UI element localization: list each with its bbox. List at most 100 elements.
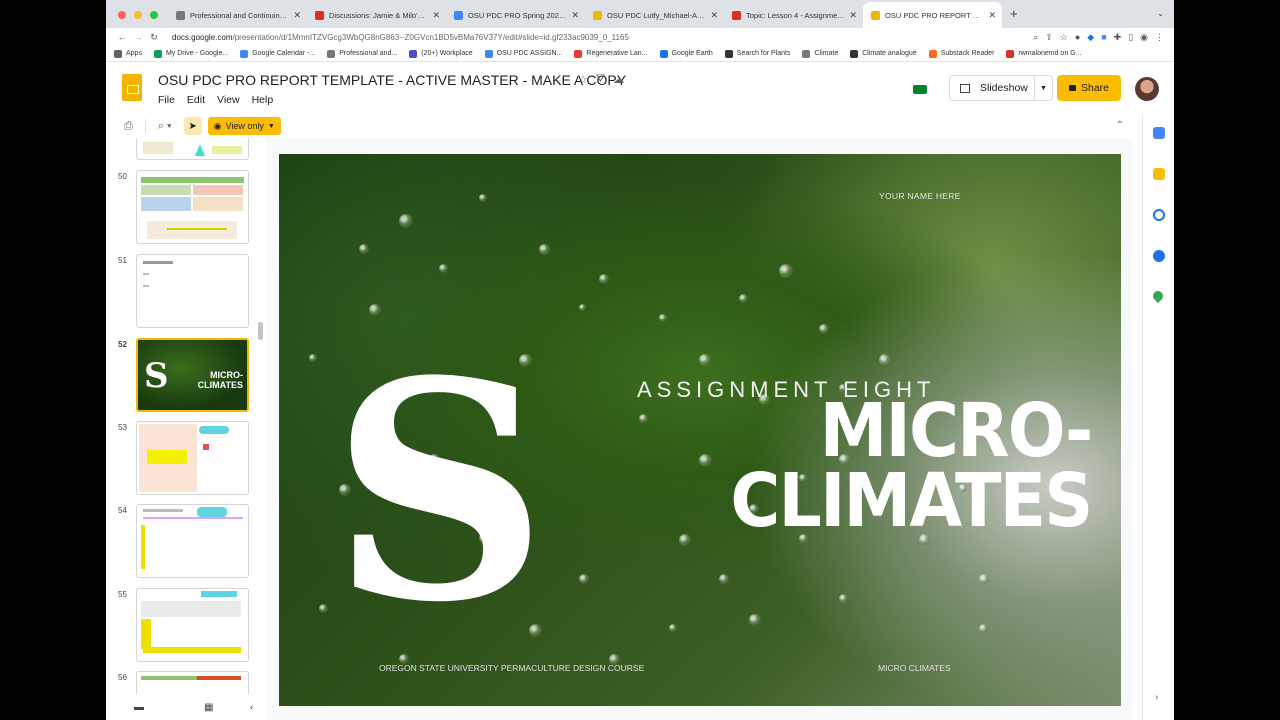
contacts-icon[interactable] <box>1153 250 1165 262</box>
menu-item-edit[interactable]: Edit <box>187 94 205 106</box>
meet-button[interactable] <box>903 79 937 99</box>
bookmark-item[interactable]: Climate analogue <box>850 49 917 58</box>
expand-side-panel-chevron-icon[interactable]: › <box>1155 692 1158 703</box>
browser-tab[interactable]: Topic: Lesson 4 - Assignments ✕ <box>724 2 863 28</box>
filmstrip-scrollbar[interactable] <box>258 322 263 340</box>
menu-bar: File Edit View Help <box>158 94 273 106</box>
bookmark-item[interactable]: Substack Reader <box>928 49 994 58</box>
url-field[interactable]: docs.google.com/presentation/d/1MmnITZVG… <box>172 33 1033 42</box>
bookmark-item[interactable]: Professional and... <box>327 49 397 58</box>
bookmark-item[interactable]: Climate <box>802 49 838 58</box>
bookmark-item[interactable]: rwmalonemd on G... <box>1006 49 1082 58</box>
view-only-dropdown[interactable]: ◉ View only ▼ <box>207 117 281 135</box>
hide-filmstrip-chevron-icon[interactable]: ‹ <box>250 702 253 713</box>
tab-close-icon[interactable]: ✕ <box>710 10 718 21</box>
browser-tab[interactable]: Discussions: Jamie & Milo's G ✕ <box>307 2 446 28</box>
tab-close-icon[interactable]: ✕ <box>849 10 857 21</box>
tab-label: OSU PDC PRO Spring 2022 Gr <box>468 10 568 20</box>
extension-icon[interactable]: ■ <box>1101 32 1106 43</box>
collapse-menus-chevron-icon[interactable]: ⌃ <box>1116 120 1124 131</box>
menu-item-view[interactable]: View <box>217 94 240 106</box>
filmstrip-view-icon[interactable]: ▬ <box>134 702 144 713</box>
document-title[interactable]: OSU PDC PRO REPORT TEMPLATE - ACTIVE MAS… <box>158 72 626 88</box>
browser-window: Professional and Continuing Ed ✕ Discussio… <box>106 0 1174 720</box>
thumb-title-line2: CLIMATES <box>197 380 243 390</box>
extension-icon[interactable]: ● <box>1075 32 1080 43</box>
share-button[interactable]: Share <box>1057 75 1121 101</box>
browser-tab[interactable]: OSU PDC Lutfy_Michael-Anth ✕ <box>585 2 724 28</box>
title-actions: ☆ ⛛ ☁ <box>578 73 624 86</box>
star-icon[interactable]: ☆ <box>578 73 588 86</box>
slide-thumbnail[interactable] <box>136 254 249 328</box>
bookmark-favicon-icon <box>850 49 859 58</box>
bookmark-label: My Drive - Google... <box>165 50 229 57</box>
reload-icon[interactable]: ↻ <box>146 32 162 43</box>
grid-view-icon[interactable]: ▦ <box>204 702 213 713</box>
zoom-icon[interactable]: ⌕ <box>1033 32 1038 43</box>
close-window-button[interactable] <box>118 11 126 19</box>
zoom-icon[interactable]: ⌕ ▾ <box>158 120 172 133</box>
browser-menu-icon[interactable]: ⋮ <box>1155 32 1164 43</box>
bookmark-item[interactable]: Apps <box>114 49 142 58</box>
slide-number: 54 <box>118 506 127 515</box>
tab-close-icon[interactable]: ✕ <box>571 10 579 21</box>
forward-arrow-icon[interactable]: → <box>130 32 146 42</box>
bookmark-item[interactable]: OSU PDC ASSIGN... <box>484 49 562 58</box>
slide-thumbnail[interactable]: S MICRO- CLIMATES <box>136 338 249 412</box>
bookmark-item[interactable]: Google Earth <box>659 49 713 58</box>
water-droplet <box>819 324 829 334</box>
new-tab-button[interactable]: + <box>1002 6 1018 28</box>
tab-close-icon[interactable]: ✕ <box>432 10 440 21</box>
move-folder-icon[interactable]: ⛛ <box>596 73 605 86</box>
maximize-window-button[interactable] <box>150 11 158 19</box>
bookmark-star-icon[interactable]: ☆ <box>1060 32 1068 43</box>
keep-icon[interactable] <box>1153 168 1165 180</box>
slideshow-button[interactable]: Slideshow ▼ <box>949 75 1053 101</box>
bookmark-item[interactable]: My Drive - Google... <box>153 49 229 58</box>
slide-thumbnail[interactable] <box>136 170 249 244</box>
menu-item-file[interactable]: File <box>158 94 175 106</box>
extension-icon[interactable]: ◆ <box>1087 32 1094 43</box>
profile-icon[interactable]: ◉ <box>1140 32 1148 43</box>
cloud-status-icon[interactable]: ☁ <box>613 73 624 86</box>
bookmark-favicon-icon <box>659 49 668 58</box>
dropdown-chevron-icon: ▼ <box>267 122 275 130</box>
back-arrow-icon[interactable]: ← <box>114 32 130 42</box>
select-cursor-button[interactable]: ➤ <box>183 117 202 135</box>
minimize-window-button[interactable] <box>134 11 142 19</box>
print-icon[interactable]: ⎙ <box>124 120 133 133</box>
slide-thumbnail[interactable] <box>136 671 249 694</box>
bookmark-item[interactable]: Search for Plants <box>724 49 790 58</box>
google-slides-logo-icon[interactable] <box>122 74 142 101</box>
reading-list-icon[interactable]: ▯ <box>1128 32 1133 43</box>
slide-thumbnail[interactable] <box>136 588 249 662</box>
slide-thumbnail[interactable] <box>136 421 249 495</box>
tab-close-icon[interactable]: ✕ <box>988 10 996 21</box>
tasks-icon[interactable] <box>1153 209 1165 221</box>
calendar-icon[interactable] <box>1153 127 1165 139</box>
tab-favicon-icon <box>454 10 463 20</box>
slide-number: 52 <box>118 340 127 349</box>
tab-close-icon[interactable]: ✕ <box>293 10 301 21</box>
meet-camera-icon <box>913 84 927 94</box>
extensions-puzzle-icon[interactable]: ✚ <box>1114 32 1122 43</box>
avatar[interactable] <box>1135 77 1159 101</box>
tab-bar: Professional and Continuing Ed ✕ Discussio… <box>106 0 1174 28</box>
share-page-icon[interactable]: ⇪ <box>1045 32 1053 43</box>
bookmark-favicon-icon <box>409 49 418 58</box>
tab-search-chevron-icon[interactable]: ⌄ <box>1157 9 1164 18</box>
water-droplet <box>319 604 328 613</box>
bookmark-label: rwmalonemd on G... <box>1018 50 1082 57</box>
bookmark-item[interactable]: Regenerative Lan... <box>574 49 648 58</box>
browser-tab[interactable]: OSU PDC PRO REPORT TEMP ✕ <box>863 2 1002 28</box>
slide-thumbnail[interactable] <box>136 504 249 578</box>
maps-icon[interactable] <box>1150 288 1166 304</box>
slideshow-dropdown-chevron-icon[interactable]: ▼ <box>1034 76 1052 100</box>
bookmark-item[interactable]: (20+) Workplace <box>409 49 473 58</box>
menu-item-help[interactable]: Help <box>252 94 274 106</box>
browser-tab[interactable]: OSU PDC PRO Spring 2022 Gr ✕ <box>446 2 585 28</box>
browser-tab[interactable]: Professional and Continuing Ed ✕ <box>168 2 307 28</box>
bookmark-item[interactable]: Google Calendar -... <box>240 49 315 58</box>
water-droplet <box>679 534 691 546</box>
slide-thumbnail-partial[interactable] <box>136 138 249 160</box>
